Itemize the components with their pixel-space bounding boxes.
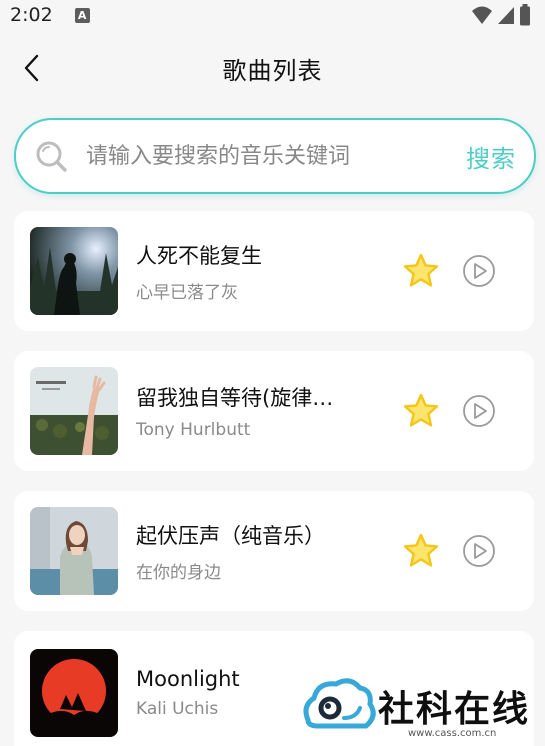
watermark: 社科在线 www.cass.com.cn [300,672,545,746]
watermark-url: www.cass.com.cn [408,728,497,739]
notification-icon: A [74,7,90,23]
status-icons [471,4,531,26]
star-icon[interactable] [402,252,440,290]
song-item[interactable]: 人死不能复生 心早已落了灰 [14,211,534,331]
portrait-cover [30,507,118,595]
status-bar: 2:02 A [0,0,545,30]
watermark-text: 社科在线 [378,688,531,730]
song-item[interactable]: 起伏压声（纯音乐） 在你的身边 [14,491,534,611]
signal-icon [498,7,514,24]
header: 歌曲列表 [0,40,545,96]
battery-icon [520,4,530,26]
play-icon[interactable] [462,254,496,288]
play-icon[interactable] [462,394,496,428]
star-icon[interactable] [402,532,440,570]
search-bar: 搜索 [14,118,536,194]
search-button[interactable]: 搜索 [466,139,516,174]
song-title: 留我独自等待(旋律… [136,386,334,410]
album-cover [30,507,118,595]
status-time: 2:02 [10,4,53,26]
page-title: 歌曲列表 [222,56,323,85]
back-button[interactable] [16,52,48,84]
song-artist: 在你的身边 [136,562,221,583]
red-moon-cover [30,648,118,737]
search-input[interactable] [86,143,466,169]
song-item[interactable]: 留我独自等待(旋律… Tony Hurlbutt [14,351,534,471]
album-cover [30,367,118,455]
hand-sunflower-cover [30,367,118,455]
forest-silhouette-cover [30,227,118,315]
song-title: 起伏压声（纯音乐） [136,523,325,548]
star-icon[interactable] [402,392,440,430]
song-title: 人死不能复生 [136,243,262,268]
album-cover [30,227,118,315]
search-icon [36,141,67,172]
song-artist: 心早已落了灰 [136,282,238,303]
song-artist: Tony Hurlbutt [136,420,251,440]
play-icon[interactable] [462,534,496,568]
chevron-left-icon [24,54,39,82]
wifi-icon [472,6,492,24]
album-cover [30,648,118,737]
